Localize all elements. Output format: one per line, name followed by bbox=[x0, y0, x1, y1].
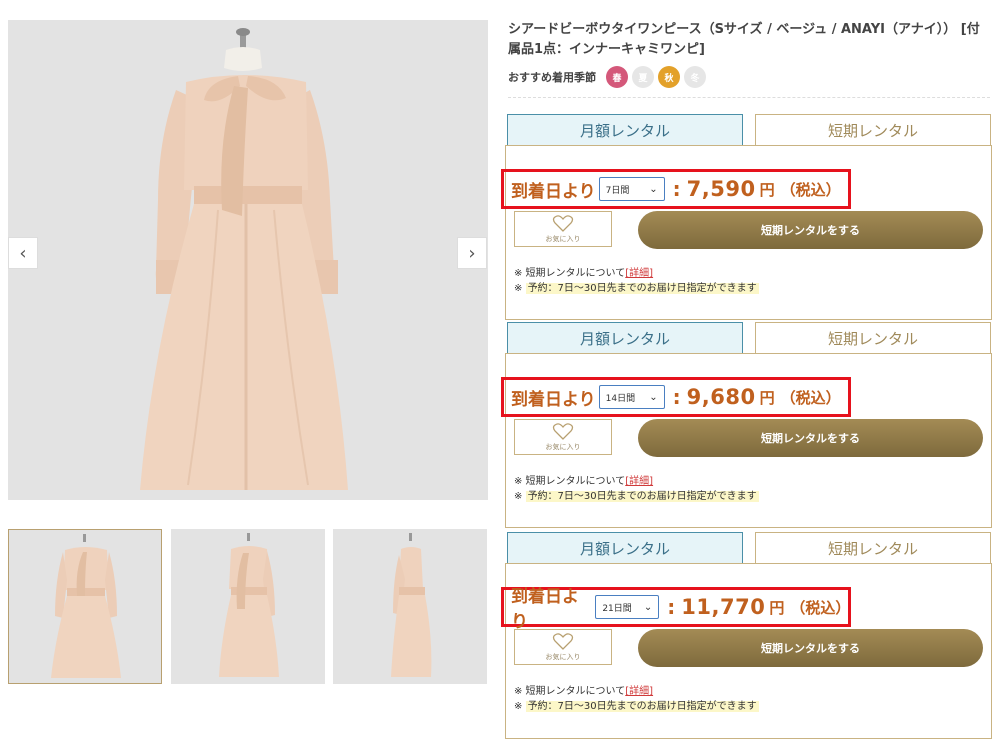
details-link[interactable]: [詳細] bbox=[625, 268, 653, 279]
chevron-down-icon: ⌄ bbox=[643, 601, 653, 613]
chevron-down-icon: ⌄ bbox=[649, 183, 658, 195]
dress-illustration bbox=[140, 28, 348, 490]
days-select-value: 14日間 bbox=[605, 393, 636, 404]
season-summer-badge: 夏 bbox=[632, 66, 654, 88]
days-select[interactable]: 7日間 ⌄ bbox=[598, 177, 665, 201]
favorite-label: お気に入り bbox=[545, 652, 581, 661]
price-unit: 円 bbox=[759, 388, 775, 407]
short-rental-panel: 到着日より 7日間 ⌄ : 7,590 円 （税込） お気に入り 短期レンタルをす… bbox=[501, 145, 992, 320]
favorite-button[interactable]: お気に入り bbox=[514, 211, 612, 247]
thumbnail-front[interactable] bbox=[8, 529, 162, 684]
season-winter-badge: 冬 bbox=[684, 66, 706, 88]
rental-note-text: ※ 短期レンタルについて bbox=[514, 686, 626, 697]
favorite-button[interactable]: お気に入り bbox=[514, 419, 612, 455]
reservation-note-prefix: ※ bbox=[514, 491, 526, 502]
short-rental-button[interactable]: 短期レンタルをする bbox=[638, 211, 983, 249]
heart-icon bbox=[552, 632, 574, 650]
divider bbox=[508, 97, 990, 98]
product-title: シアードビーボウタイワンピース（Sサイズ / ベージュ / ANAYI（アナイ）… bbox=[508, 22, 980, 57]
days-select[interactable]: 14日間 ⌄ bbox=[598, 385, 665, 409]
rental-note-text: ※ 短期レンタルについて bbox=[514, 268, 626, 279]
reservation-note: ※ 予約：7日〜30日先までのお届け日指定ができます bbox=[514, 487, 759, 502]
tab-short-rental[interactable]: 短期レンタル bbox=[755, 322, 991, 354]
thumbnail-side-image bbox=[391, 533, 432, 677]
rental-note: ※ 短期レンタルについて[詳細] bbox=[514, 682, 653, 697]
next-image-button[interactable]: › bbox=[457, 237, 487, 269]
reservation-note-prefix: ※ bbox=[514, 701, 526, 712]
short-rental-button[interactable]: 短期レンタルをする bbox=[638, 419, 983, 457]
price-highlight: 到着日より 7日間 ⌄ : 7,590 円 （税込） bbox=[501, 169, 851, 209]
days-select-value: 21日間 bbox=[602, 603, 632, 614]
price-colon: : bbox=[667, 595, 676, 619]
tab-monthly-rental[interactable]: 月額レンタル bbox=[507, 322, 743, 354]
price-unit: 円 bbox=[759, 180, 775, 199]
season-autumn-badge: 秋 bbox=[658, 66, 680, 88]
rental-note: ※ 短期レンタルについて[詳細] bbox=[514, 472, 653, 487]
price-prefix: 到着日より bbox=[511, 389, 596, 410]
rental-block-7days: 月額レンタル 短期レンタル 到着日より 7日間 ⌄ : 7,590 円 （税込） … bbox=[501, 114, 992, 320]
thumbnail-side[interactable] bbox=[333, 529, 487, 684]
price-value: 7,590 bbox=[686, 177, 756, 201]
thumbnail-angle[interactable] bbox=[171, 529, 325, 684]
short-rental-panel: 到着日より 14日間 ⌄ : 9,680 円 （税込） お気に入り 短期レンタルを… bbox=[501, 353, 992, 528]
reservation-note: ※ 予約：7日〜30日先までのお届け日指定ができます bbox=[514, 697, 759, 712]
price-value: 9,680 bbox=[686, 385, 756, 409]
favorite-label: お気に入り bbox=[545, 442, 581, 451]
rental-block-21days: 月額レンタル 短期レンタル 到着日より 21日間 ⌄ : 11,770 円 （税込… bbox=[501, 532, 992, 739]
chevron-down-icon: ⌄ bbox=[649, 391, 658, 403]
reservation-note-text: 予約：7日〜30日先までのお届け日指定ができます bbox=[525, 283, 759, 294]
heart-icon bbox=[552, 214, 574, 232]
prev-image-button[interactable]: ‹ bbox=[8, 237, 38, 269]
short-rental-panel: 到着日より 21日間 ⌄ : 11,770 円 （税込） お気に入り 短期レンタル… bbox=[501, 563, 992, 739]
details-link[interactable]: [詳細] bbox=[625, 476, 653, 487]
main-product-image bbox=[8, 20, 488, 500]
favorite-button[interactable]: お気に入り bbox=[514, 629, 612, 665]
price-highlight: 到着日より 14日間 ⌄ : 9,680 円 （税込） bbox=[501, 377, 851, 417]
heart-icon bbox=[552, 422, 574, 440]
price-colon: : bbox=[672, 177, 681, 201]
tab-monthly-rental[interactable]: 月額レンタル bbox=[507, 114, 743, 146]
days-select[interactable]: 21日間 ⌄ bbox=[595, 595, 660, 619]
price-unit: 円 bbox=[769, 598, 785, 617]
season-row: おすすめ着用季節 春 夏 秋 冬 bbox=[508, 66, 706, 88]
reservation-note-text: 予約：7日〜30日先までのお届け日指定ができます bbox=[525, 491, 759, 502]
price-prefix: 到着日より bbox=[511, 181, 596, 202]
thumbnail-angle-image bbox=[219, 533, 279, 677]
details-link[interactable]: [詳細] bbox=[625, 686, 653, 697]
price-tax: （税込） bbox=[780, 180, 841, 199]
price-tax: （税込） bbox=[790, 598, 851, 617]
reservation-note-text: 予約：7日〜30日先までのお届け日指定ができます bbox=[525, 701, 759, 712]
price-value: 11,770 bbox=[681, 595, 766, 619]
days-select-value: 7日間 bbox=[605, 185, 630, 196]
rental-note: ※ 短期レンタルについて[詳細] bbox=[514, 264, 653, 279]
tab-short-rental[interactable]: 短期レンタル bbox=[755, 114, 991, 146]
price-highlight: 到着日より 21日間 ⌄ : 11,770 円 （税込） bbox=[501, 587, 851, 632]
season-spring-badge: 春 bbox=[606, 66, 628, 88]
thumbnail-front-image bbox=[51, 534, 121, 678]
tab-short-rental[interactable]: 短期レンタル bbox=[755, 532, 991, 564]
chevron-left-icon: ‹ bbox=[19, 242, 27, 264]
reservation-note-prefix: ※ bbox=[514, 283, 526, 294]
rental-note-text: ※ 短期レンタルについて bbox=[514, 476, 626, 487]
favorite-label: お気に入り bbox=[545, 234, 581, 243]
price-prefix: 到着日より bbox=[511, 587, 579, 632]
price-tax: （税込） bbox=[780, 388, 841, 407]
chevron-right-icon: › bbox=[468, 242, 476, 264]
reservation-note: ※ 予約：7日〜30日先までのお届け日指定ができます bbox=[514, 279, 759, 294]
season-label: おすすめ着用季節 bbox=[508, 71, 596, 84]
short-rental-button[interactable]: 短期レンタルをする bbox=[638, 629, 983, 667]
price-colon: : bbox=[672, 385, 681, 409]
tab-monthly-rental[interactable]: 月額レンタル bbox=[507, 532, 743, 564]
rental-block-14days: 月額レンタル 短期レンタル 到着日より 14日間 ⌄ : 9,680 円 （税込）… bbox=[501, 322, 992, 528]
